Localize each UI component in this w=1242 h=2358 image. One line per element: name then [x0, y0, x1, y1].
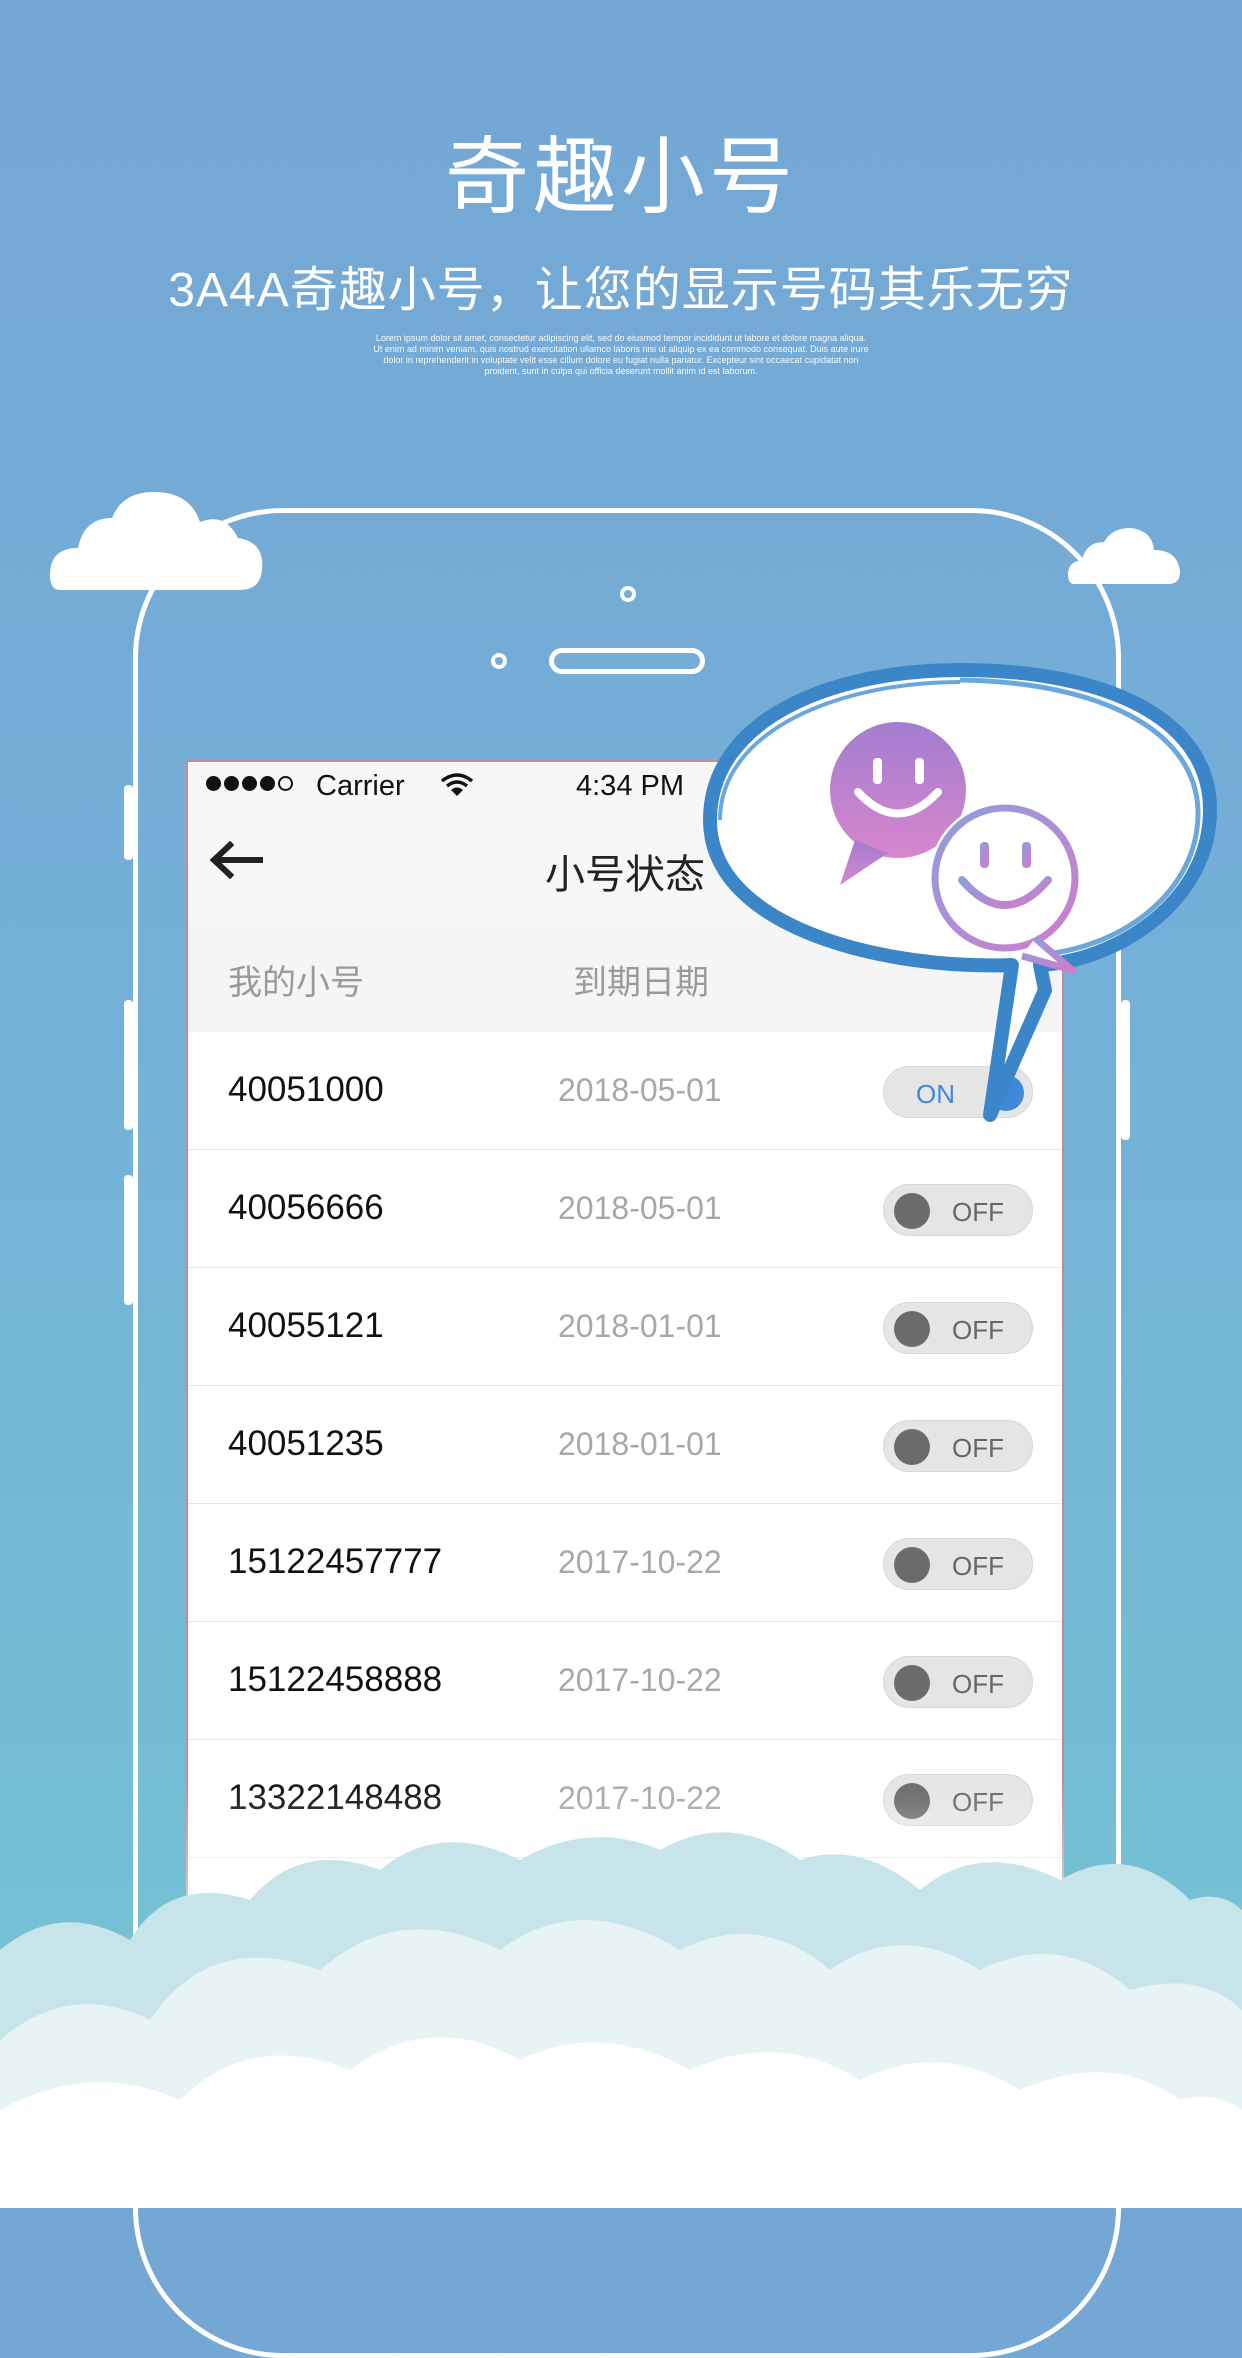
- chat-smiley-bubble-icon: [703, 663, 1217, 1122]
- signal-dots-icon: [206, 776, 293, 791]
- phone-volume-down-button: [124, 1175, 133, 1305]
- list-item[interactable]: 40051235 2018-01-01 OFF: [188, 1386, 1062, 1504]
- toggle-knob: [894, 1547, 930, 1583]
- list-item[interactable]: 40056666 2018-05-01 OFF: [188, 1150, 1062, 1268]
- toggle-label: OFF: [952, 1669, 1004, 1699]
- toggle-label: OFF: [952, 1551, 1004, 1581]
- expiry-date: 2017-10-22: [558, 1662, 722, 1698]
- phone-speaker: [549, 648, 705, 674]
- promo-subtitle: 3A4A奇趣小号，让您的显示号码其乐无穷: [168, 264, 1074, 317]
- promo-title: 奇趣小号: [444, 130, 797, 224]
- expiry-date: 2018-01-01: [558, 1308, 722, 1344]
- status-toggle[interactable]: OFF: [883, 1538, 1033, 1590]
- toggle-label: OFF: [952, 1433, 1004, 1463]
- toggle-knob: [894, 1193, 930, 1229]
- number-label: 15122457777: [228, 1542, 443, 1581]
- phone-sensor-icon: [620, 586, 636, 602]
- toggle-knob: [894, 1665, 930, 1701]
- status-toggle[interactable]: OFF: [883, 1184, 1033, 1236]
- toggle-knob: [894, 1311, 930, 1347]
- list-item[interactable]: 15122457777 2017-10-22 OFF: [188, 1504, 1062, 1622]
- expiry-date: 2018-05-01: [558, 1190, 722, 1226]
- phone-side-button: [124, 785, 133, 860]
- phone-camera-icon: [491, 653, 507, 669]
- number-label: 40051000: [228, 1070, 384, 1109]
- list-item[interactable]: 40055121 2018-01-01 OFF: [188, 1268, 1062, 1386]
- toggle-label: OFF: [952, 1197, 1004, 1227]
- number-label: 40056666: [228, 1188, 384, 1227]
- number-label: 15122458888: [228, 1660, 443, 1699]
- number-label: 40055121: [228, 1306, 384, 1345]
- expiry-date: 2017-10-22: [558, 1544, 722, 1580]
- clouds-bottom-icon: [0, 1780, 1242, 2208]
- number-label: 40051235: [228, 1424, 384, 1463]
- wifi-icon: [440, 773, 474, 796]
- column-number-header: 我的小号: [228, 964, 364, 1002]
- list-item[interactable]: 15122458888 2017-10-22 OFF: [188, 1622, 1062, 1740]
- promo-lorem: Lorem ipsum dolor sit amet, consectetur …: [373, 333, 869, 376]
- phone-volume-up-button: [124, 1000, 133, 1130]
- status-toggle[interactable]: OFF: [883, 1302, 1033, 1354]
- status-toggle[interactable]: OFF: [883, 1656, 1033, 1708]
- toggle-knob: [894, 1429, 930, 1465]
- toggle-label: OFF: [952, 1315, 1004, 1345]
- carrier-label: Carrier: [316, 770, 405, 802]
- expiry-date: 2018-01-01: [558, 1426, 722, 1462]
- status-time: 4:34 PM: [576, 770, 684, 802]
- status-toggle[interactable]: OFF: [883, 1420, 1033, 1472]
- column-expiry-header: 到期日期: [573, 964, 709, 1002]
